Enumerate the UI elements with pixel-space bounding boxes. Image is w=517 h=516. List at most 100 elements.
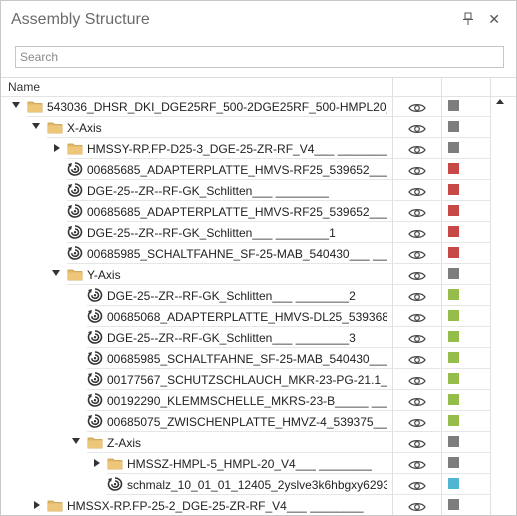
panel-titlebar: Assembly Structure ✕: [1, 1, 516, 39]
panel-title: Assembly Structure: [11, 11, 150, 28]
part-icon: [87, 414, 103, 428]
expand-arrow-icon[interactable]: [94, 459, 100, 467]
folder-icon: [47, 498, 63, 512]
collapse-arrow-icon[interactable]: [32, 123, 40, 129]
part-icon: [67, 204, 83, 218]
assembly-structure-panel: Assembly Structure ✕ Name 543036_DHSR_DK…: [0, 0, 517, 516]
tree-item-label: 00685685_ADAPTERPLATTE_HMVS-RF25_539652_…: [87, 163, 387, 177]
tree-row-part[interactable]: 00685685_ADAPTERPLATTE_HMVS-RF25_539652_…: [1, 201, 516, 222]
color-swatch[interactable]: [448, 247, 459, 258]
visibility-eye-icon[interactable]: [408, 417, 426, 427]
part-icon: [67, 183, 83, 197]
tree-row-assembly[interactable]: HMSSY-RP.FP-D25-3_DGE-25-ZR-RF_V4___ ___…: [1, 138, 516, 159]
tree-row-assembly[interactable]: Y-Axis: [1, 264, 516, 285]
color-swatch[interactable]: [448, 331, 459, 342]
tree-row-part[interactable]: DGE-25--ZR--RF-GK_Schlitten___ ________: [1, 180, 516, 201]
visibility-eye-icon[interactable]: [408, 396, 426, 406]
color-swatch[interactable]: [448, 352, 459, 363]
tree-row-part[interactable]: 00685068_ADAPTERPLATTE_HMVS-DL25_539368_…: [1, 306, 516, 327]
folder-icon: [87, 435, 103, 449]
color-swatch[interactable]: [448, 478, 459, 489]
tree-item-label: DGE-25--ZR--RF-GK_Schlitten___ ________2: [107, 289, 356, 303]
column-header-name[interactable]: Name: [8, 80, 40, 94]
visibility-eye-icon[interactable]: [408, 375, 426, 385]
search-box: [15, 46, 504, 68]
color-swatch[interactable]: [448, 268, 459, 279]
collapse-arrow-icon[interactable]: [72, 438, 80, 444]
color-swatch[interactable]: [448, 226, 459, 237]
color-swatch[interactable]: [448, 121, 459, 132]
visibility-eye-icon[interactable]: [408, 459, 426, 469]
tree-item-label: 00685075_ZWISCHENPLATTE_HMVZ-4_539375___…: [107, 415, 387, 429]
tree-row-part[interactable]: 00685985_SCHALTFAHNE_SF-25-MAB_540430___…: [1, 243, 516, 264]
tree-row-part[interactable]: DGE-25--ZR--RF-GK_Schlitten___ ________3: [1, 327, 516, 348]
tree-row-part[interactable]: DGE-25--ZR--RF-GK_Schlitten___ ________2: [1, 285, 516, 306]
tree-row-part[interactable]: 00685685_ADAPTERPLATTE_HMVS-RF25_539652_…: [1, 159, 516, 180]
visibility-eye-icon[interactable]: [408, 144, 426, 154]
color-swatch[interactable]: [448, 394, 459, 405]
tree-row-part[interactable]: 00177567_SCHUTZSCHLAUCH_MKR-23-PG-21.1__…: [1, 369, 516, 390]
tree-row-assembly[interactable]: HMSSZ-HMPL-5_HMPL-20_V4___ ________: [1, 453, 516, 474]
tree-row-part[interactable]: 00685075_ZWISCHENPLATTE_HMVZ-4_539375___…: [1, 411, 516, 432]
tree-item-label: 00177567_SCHUTZSCHLAUCH_MKR-23-PG-21.1__…: [107, 373, 387, 387]
visibility-eye-icon[interactable]: [408, 354, 426, 364]
tree-row-part[interactable]: schmalz_10_01_01_12405_2yslve3k6hbgxy629…: [1, 474, 516, 495]
tree-row-part[interactable]: DGE-25--ZR--RF-GK_Schlitten___ ________1: [1, 222, 516, 243]
visibility-eye-icon[interactable]: [408, 207, 426, 217]
tree-item-label: schmalz_10_01_01_12405_2yslve3k6hbgxy629…: [127, 478, 387, 492]
scroll-up-arrow[interactable]: [496, 99, 504, 104]
part-icon: [67, 162, 83, 176]
color-swatch[interactable]: [448, 499, 459, 510]
color-swatch[interactable]: [448, 310, 459, 321]
tree-item-label: X-Axis: [67, 121, 102, 135]
visibility-eye-icon[interactable]: [408, 249, 426, 259]
visibility-eye-icon[interactable]: [408, 186, 426, 196]
color-swatch[interactable]: [448, 100, 459, 111]
tree-row-assembly[interactable]: 543036_DHSR_DKI_DGE25RF_500-2DGE25RF_500…: [1, 96, 516, 117]
tree-row-assembly[interactable]: HMSSX-RP.FP-25-2_DGE-25-ZR-RF_V4___ ____…: [1, 495, 516, 515]
expand-arrow-icon[interactable]: [54, 144, 60, 152]
color-swatch[interactable]: [448, 163, 459, 174]
color-swatch[interactable]: [448, 436, 459, 447]
color-swatch[interactable]: [448, 289, 459, 300]
color-swatch[interactable]: [448, 415, 459, 426]
color-swatch[interactable]: [448, 205, 459, 216]
visibility-eye-icon[interactable]: [408, 165, 426, 175]
search-input[interactable]: [16, 47, 503, 67]
visibility-eye-icon[interactable]: [408, 102, 426, 112]
tree-row-assembly[interactable]: X-Axis: [1, 117, 516, 138]
part-icon: [87, 351, 103, 365]
visibility-eye-icon[interactable]: [408, 312, 426, 322]
tree-row-assembly[interactable]: Z-Axis: [1, 432, 516, 453]
visibility-eye-icon[interactable]: [408, 333, 426, 343]
visibility-eye-icon[interactable]: [408, 270, 426, 280]
pin-icon[interactable]: [462, 12, 474, 26]
color-swatch[interactable]: [448, 142, 459, 153]
color-swatch[interactable]: [448, 457, 459, 468]
color-swatch[interactable]: [448, 373, 459, 384]
visibility-eye-icon[interactable]: [408, 501, 426, 511]
visibility-eye-icon[interactable]: [408, 291, 426, 301]
tree-row-part[interactable]: 00192290_KLEMMSCHELLE_MKRS-23-B_____ ___…: [1, 390, 516, 411]
visibility-eye-icon[interactable]: [408, 438, 426, 448]
part-icon: [67, 225, 83, 239]
tree-item-label: 00685985_SCHALTFAHNE_SF-25-MAB_540430___…: [87, 247, 387, 261]
collapse-arrow-icon[interactable]: [12, 102, 20, 108]
folder-icon: [107, 456, 123, 470]
tree-item-label: DGE-25--ZR--RF-GK_Schlitten___ ________3: [107, 331, 356, 345]
folder-icon: [47, 120, 63, 134]
part-icon: [87, 372, 103, 386]
visibility-eye-icon[interactable]: [408, 123, 426, 133]
column-header: Name: [1, 77, 516, 97]
tree-row-part[interactable]: 00685985_SCHALTFAHNE_SF-25-MAB_540430___…: [1, 348, 516, 369]
folder-icon: [67, 267, 83, 281]
tree-view: 543036_DHSR_DKI_DGE25RF_500-2DGE25RF_500…: [1, 96, 516, 515]
part-icon: [87, 288, 103, 302]
collapse-arrow-icon[interactable]: [52, 270, 60, 276]
close-icon[interactable]: ✕: [488, 10, 500, 28]
color-swatch[interactable]: [448, 184, 459, 195]
expand-arrow-icon[interactable]: [34, 501, 40, 509]
visibility-eye-icon[interactable]: [408, 480, 426, 490]
visibility-eye-icon[interactable]: [408, 228, 426, 238]
tree-item-label: 00685685_ADAPTERPLATTE_HMVS-RF25_539652_…: [87, 205, 387, 219]
